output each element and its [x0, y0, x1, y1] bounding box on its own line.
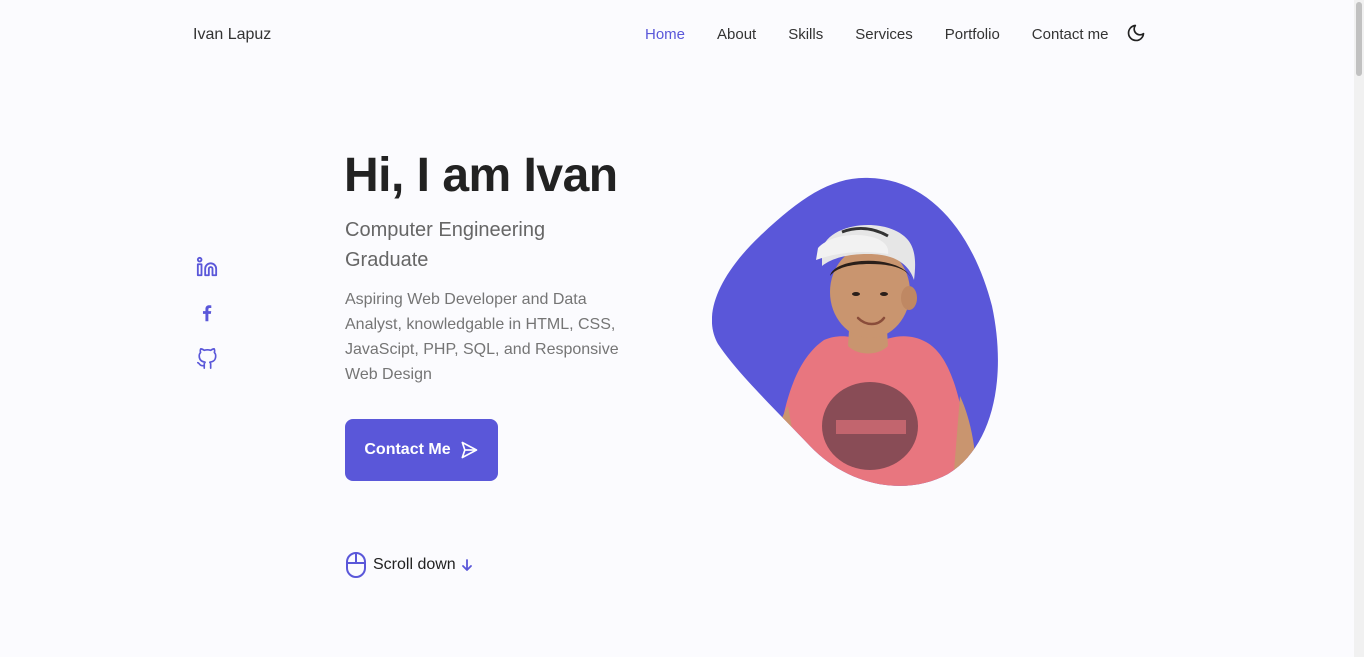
facebook-icon[interactable] — [196, 302, 218, 324]
main-nav: Home About Skills Services Portfolio Con… — [645, 23, 1146, 43]
nav-services[interactable]: Services — [855, 26, 913, 43]
github-icon[interactable] — [196, 348, 218, 370]
nav-about[interactable]: About — [717, 26, 756, 43]
hero-description: Aspiring Web Developer and Data Analyst,… — [345, 291, 619, 383]
contact-me-button[interactable]: Contact Me — [345, 419, 498, 481]
scroll-down-link[interactable]: Scroll down — [345, 551, 474, 579]
logo[interactable]: Ivan Lapuz — [193, 26, 271, 44]
page-scrollbar[interactable] — [1354, 0, 1364, 657]
nav-home[interactable]: Home — [645, 26, 685, 43]
nav-contact[interactable]: Contact me — [1032, 26, 1109, 43]
nav-portfolio[interactable]: Portfolio — [945, 26, 1000, 43]
hero-subtitle: Computer Engineering Graduate — [345, 219, 546, 271]
linkedin-icon[interactable] — [196, 256, 218, 278]
mouse-icon — [346, 552, 366, 578]
scrollbar-thumb[interactable] — [1356, 2, 1362, 76]
send-icon — [461, 441, 477, 459]
contact-me-label: Contact Me — [364, 441, 451, 458]
scroll-down-label: Scroll down — [373, 556, 456, 573]
hero-title: Hi, I am Ivan — [344, 149, 618, 202]
header: Ivan Lapuz Home About Skills Services Po… — [0, 0, 1354, 72]
profile-image — [711, 176, 1002, 488]
social-links — [196, 256, 218, 394]
nav-skills[interactable]: Skills — [788, 26, 823, 43]
page: Ivan Lapuz Home About Skills Services Po… — [0, 0, 1364, 657]
arrow-down-icon — [461, 559, 472, 571]
moon-icon[interactable] — [1126, 23, 1146, 43]
